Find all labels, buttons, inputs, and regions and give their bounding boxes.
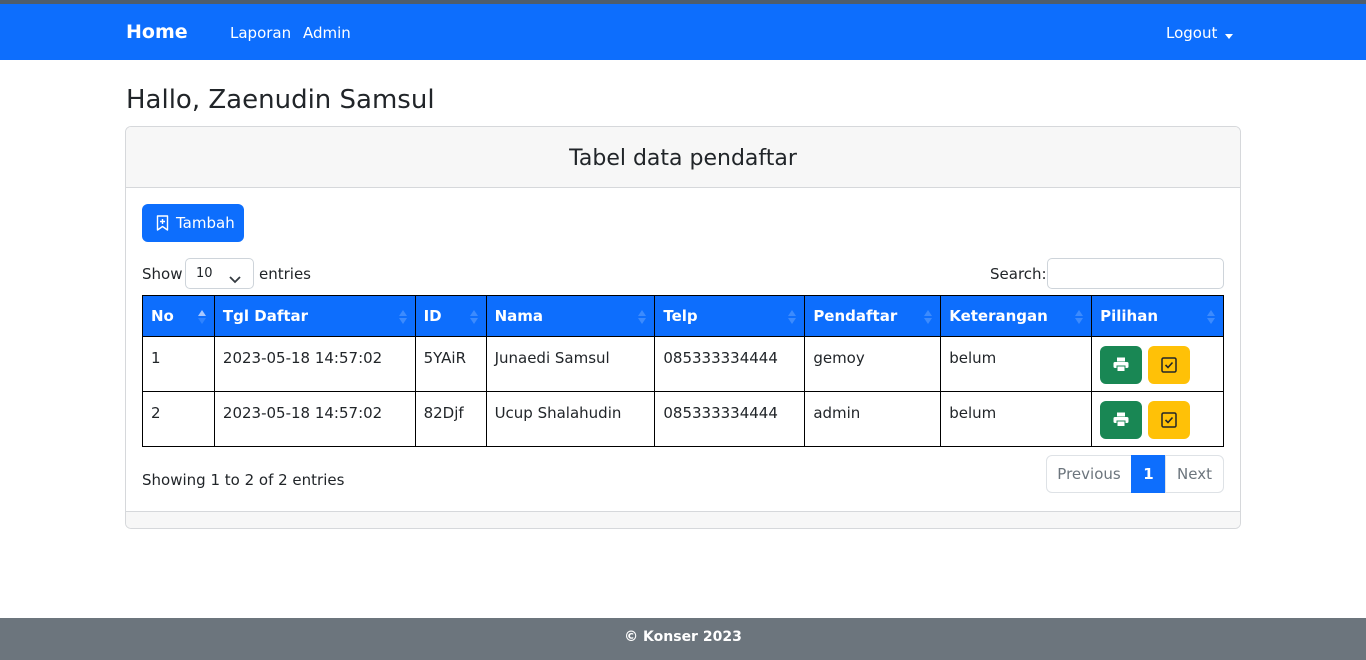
column-header-id[interactable]: ID (414, 295, 487, 337)
sort-icon (1207, 310, 1215, 324)
check-square-icon (1161, 412, 1177, 428)
cell-id: 82Djf (414, 391, 487, 447)
add-button-label: Tambah (176, 214, 235, 232)
footer: © Konser 2023 (0, 618, 1366, 660)
cell-pilihan (1091, 391, 1224, 447)
printer-icon (1113, 357, 1129, 372)
sort-icon (197, 310, 206, 324)
table-header-row: No Tgl Daftar ID Nama Telp Pendaftar Ket… (142, 295, 1224, 337)
sort-icon (924, 310, 933, 324)
cell-telp: 085333334444 (654, 336, 806, 392)
column-header-nama[interactable]: Nama (485, 295, 656, 337)
print-button[interactable] (1100, 346, 1143, 384)
chevron-down-icon (229, 269, 241, 288)
caret-down-icon[interactable] (1225, 34, 1233, 39)
cell-tgl-daftar: 2023-05-18 14:57:02 (213, 336, 416, 392)
table-row: 2 2023-05-18 14:57:02 82Djf Ucup Shalahu… (142, 391, 1224, 447)
cell-keterangan: belum (940, 336, 1093, 392)
card-header: Tabel data pendaftar (126, 127, 1240, 188)
cell-pilihan (1091, 336, 1224, 392)
sort-icon (638, 310, 647, 324)
page-title: Hallo, Zaenudin Samsul (126, 85, 435, 115)
add-button[interactable]: Tambah (142, 204, 244, 242)
entries-length-value: 10 (196, 266, 213, 281)
pagination-next[interactable]: Next (1165, 455, 1224, 493)
column-header-pilihan[interactable]: Pilihan (1091, 295, 1224, 337)
bookmark-plus-icon (156, 215, 169, 235)
cell-pendaftar: admin (804, 391, 942, 447)
pendaftar-table: No Tgl Daftar ID Nama Telp Pendaftar Ket… (142, 295, 1224, 447)
search-label: Search: (990, 265, 1047, 283)
logout-dropdown[interactable]: Logout (1166, 24, 1217, 42)
card-title: Tabel data pendaftar (569, 146, 797, 171)
column-header-pendaftar[interactable]: Pendaftar (804, 295, 942, 337)
print-button[interactable] (1100, 401, 1143, 439)
navbar: Home Laporan Admin Logout (0, 4, 1366, 60)
nav-link-laporan[interactable]: Laporan (230, 24, 291, 42)
column-header-tgl-daftar[interactable]: Tgl Daftar (213, 295, 416, 337)
pagination-page-1[interactable]: 1 (1131, 455, 1166, 493)
entries-length-select[interactable]: 10 (185, 258, 254, 289)
cell-telp: 085333334444 (654, 391, 806, 447)
nav-link-admin[interactable]: Admin (303, 24, 351, 42)
cell-nama: Ucup Shalahudin (485, 391, 656, 447)
cell-pendaftar: gemoy (804, 336, 942, 392)
column-header-keterangan[interactable]: Keterangan (940, 295, 1093, 337)
verify-button[interactable] (1147, 401, 1190, 439)
column-header-telp[interactable]: Telp (654, 295, 806, 337)
footer-copyright: © Konser 2023 (624, 629, 742, 645)
pagination-previous[interactable]: Previous (1046, 455, 1132, 493)
search-input[interactable] (1047, 258, 1224, 289)
card-footer (126, 511, 1240, 528)
sort-icon (398, 310, 407, 324)
cell-nama: Junaedi Samsul (485, 336, 656, 392)
check-square-icon (1161, 357, 1177, 373)
sort-icon (1075, 310, 1084, 324)
cell-tgl-daftar: 2023-05-18 14:57:02 (213, 391, 416, 447)
brand-home-link[interactable]: Home (126, 21, 188, 43)
cell-no: 1 (142, 336, 215, 392)
cell-keterangan: belum (940, 391, 1093, 447)
column-header-no[interactable]: No (142, 295, 215, 337)
cell-id: 5YAiR (414, 336, 487, 392)
printer-icon (1113, 412, 1129, 427)
table-info: Showing 1 to 2 of 2 entries (142, 471, 345, 489)
sort-icon (788, 310, 797, 324)
entries-label: entries (259, 265, 311, 283)
sort-icon (469, 310, 478, 324)
table-row: 1 2023-05-18 14:57:02 5YAiR Junaedi Sams… (142, 336, 1224, 392)
verify-button[interactable] (1147, 346, 1190, 384)
show-label: Show (142, 265, 183, 283)
cell-no: 2 (142, 391, 215, 447)
